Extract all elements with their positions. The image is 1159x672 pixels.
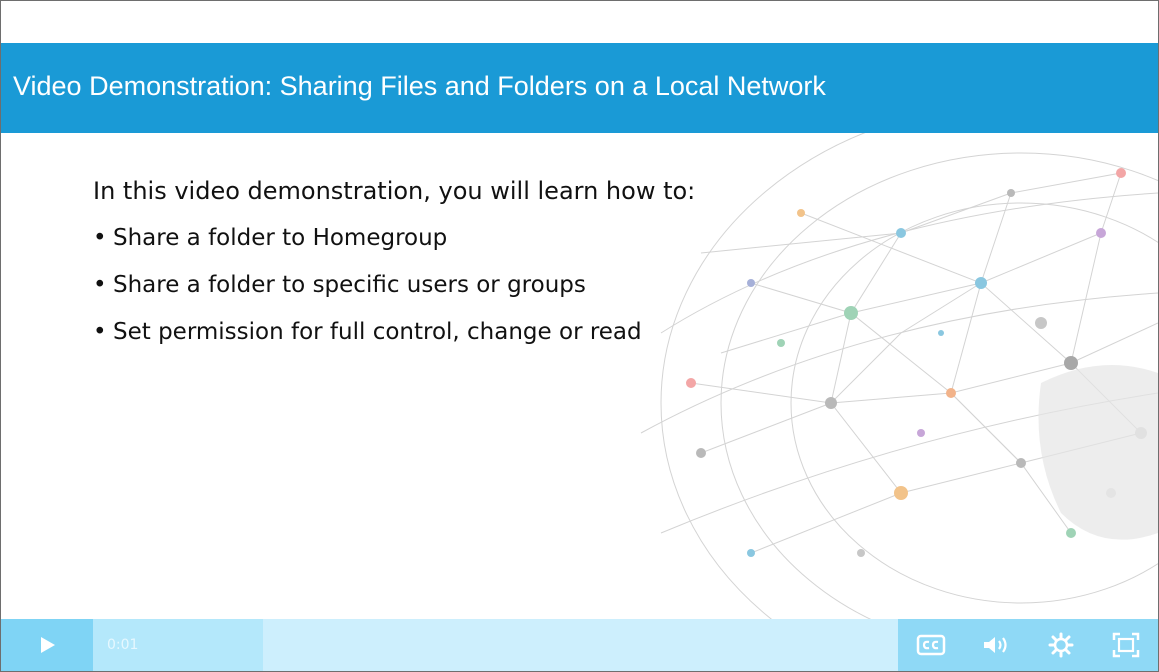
fullscreen-icon <box>1112 632 1139 658</box>
bullet-list: • Share a folder to Homegroup • Share a fo… <box>93 225 695 345</box>
video-player: Video Demonstration: Sharing Files and F… <box>0 0 1159 672</box>
bullet-glyph: • <box>93 225 107 251</box>
settings-icon <box>1048 632 1073 658</box>
list-item: • Share a folder to Homegroup <box>93 225 695 251</box>
fullscreen-button[interactable] <box>1106 625 1146 665</box>
volume-button[interactable] <box>976 625 1016 665</box>
player-control-bar: 0:01 <box>1 619 1158 671</box>
player-right-controls <box>898 619 1158 671</box>
bullet-glyph: • <box>93 272 107 298</box>
list-item: • Set permission for full control, change… <box>93 319 695 345</box>
slide-content: In this video demonstration, you will le… <box>93 177 695 366</box>
list-item-text: Share a folder to Homegroup <box>113 225 448 251</box>
current-time: 0:01 <box>107 637 139 653</box>
play-icon <box>41 637 55 653</box>
play-button[interactable] <box>1 619 93 671</box>
list-item: • Share a folder to specific users or gro… <box>93 272 695 298</box>
closed-captions-button[interactable] <box>911 625 951 665</box>
list-item-text: Set permission for full control, change … <box>113 319 642 345</box>
volume-icon <box>983 637 1007 653</box>
slide-intro: In this video demonstration, you will le… <box>93 177 696 205</box>
bullet-glyph: • <box>93 319 107 345</box>
slide-title-bar: Video Demonstration: Sharing Files and F… <box>1 43 1158 133</box>
settings-button[interactable] <box>1041 625 1081 665</box>
list-item-text: Share a folder to specific users or grou… <box>113 272 586 298</box>
closed-captions-icon <box>916 634 945 656</box>
slide-title: Video Demonstration: Sharing Files and F… <box>13 71 826 101</box>
